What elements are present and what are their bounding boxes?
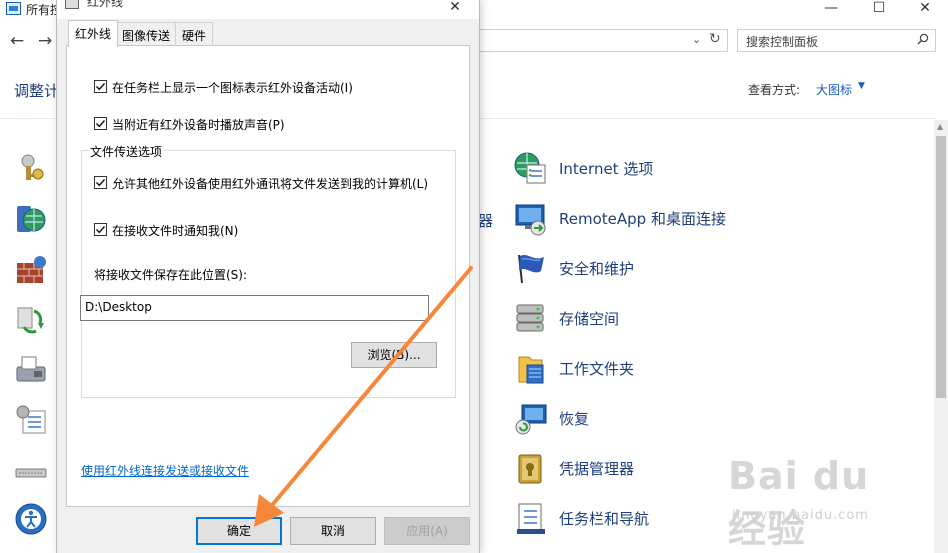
file-transfer-group-title: 文件传送选项 [88,143,165,160]
show-tray-icon-label: 在任务栏上显示一个图标表示红外设备活动(I) [112,81,353,95]
search-input[interactable]: 搜索控制面板 [737,29,936,52]
forward-arrow-icon[interactable]: → [38,31,52,51]
cp-item-internet-options[interactable]: Internet 选项 [513,151,923,187]
scroll-up-icon[interactable]: ▲ [937,122,943,131]
save-location-input[interactable]: D:\Desktop [80,295,429,321]
remoteapp-icon [515,204,546,236]
globe-server-icon[interactable] [14,202,48,236]
view-by-caret-icon[interactable]: ▼ [858,81,865,91]
cp-item-label: RemoteApp 和桌面连接 [559,210,726,228]
search-placeholder: 搜索控制面板 [746,35,819,49]
ease-of-access-icon[interactable] [14,502,48,536]
partial-item-label: 器 [478,212,494,230]
infrared-app-icon [65,0,79,9]
cp-item-recovery[interactable]: 恢复 [513,401,923,437]
cp-item-label: 凭据管理器 [559,460,635,478]
firewall-icon[interactable] [14,253,48,287]
cp-item-storage-spaces[interactable]: 存储空间 [513,301,923,337]
sync-icon[interactable] [14,303,48,337]
browse-button[interactable]: 浏览(B)... [351,342,437,368]
baidu-watermark: Bai du 经验 jingyan.baidu.com [724,446,914,551]
recovery-icon [515,404,547,435]
taskbar-navigation-icon [517,503,545,534]
infrared-dialog: 红外线 ✕ 红外线 图像传送 硬件 在任务栏上显示一个图标表示红外设备活动(I)… [56,0,480,553]
refresh-icon[interactable]: ↻ [709,31,721,47]
scroll-thumb[interactable] [936,136,946,398]
back-arrow-icon[interactable]: ← [10,31,24,51]
cp-item-security-maintenance[interactable]: 安全和维护 [513,251,923,287]
credential-manager-icon [518,454,542,484]
help-link[interactable]: 使用红外线连接发送或接收文件 [81,462,249,479]
vertical-scrollbar[interactable]: ▲ [934,120,948,553]
show-tray-icon-checkbox[interactable] [94,80,107,93]
work-folders-icon [518,356,544,384]
watermark-url: jingyan.baidu.com [732,508,869,523]
allow-send-label: 允许其他红外设备使用红外通讯将文件发送到我的计算机(L) [112,177,429,191]
cp-item-label: 安全和维护 [559,260,635,278]
minimize-button[interactable]: — [808,0,854,19]
cp-item-label: Internet 选项 [559,160,654,178]
address-dropdown-chevron-icon[interactable]: ⌄ [692,33,701,46]
security-maintenance-flag-icon [518,254,544,284]
dialog-title: 红外线 [87,0,124,9]
screen: 所有控 — ☐ ✕ ← → ⌄ ↻ 搜索控制面板 调整计 查看方式: 大图标 ▼… [0,0,948,553]
storage-spaces-icon [516,304,544,332]
close-button[interactable]: ✕ [902,0,948,19]
cp-item-label: 存储空间 [559,310,620,328]
cp-item-label: 工作文件夹 [559,360,635,378]
notify-on-receive-label: 在接收文件时通知我(N) [112,224,239,238]
play-sound-checkbox[interactable] [94,117,107,130]
keys-icon[interactable] [14,152,48,186]
cancel-button[interactable]: 取消 [290,517,376,545]
view-by-label: 查看方式: [748,83,801,97]
tab-hardware[interactable]: 硬件 [175,22,214,46]
fax-icon[interactable] [14,353,48,387]
tab-image-transfer[interactable]: 图像传送 [115,22,178,46]
address-bar[interactable] [478,29,728,52]
settings-list-icon[interactable] [14,403,48,437]
dialog-close-button[interactable]: ✕ [431,0,479,19]
notify-on-receive-checkbox[interactable] [94,223,107,236]
cp-item-label: 任务栏和导航 [559,510,650,528]
internet-options-icon [514,152,546,184]
cp-item-label: 恢复 [559,410,590,428]
cp-item-remoteapp[interactable]: RemoteApp 和桌面连接 [513,201,923,237]
view-by-dropdown[interactable]: 大图标 [816,81,852,98]
cp-item-work-folders[interactable]: 工作文件夹 [513,351,923,387]
play-sound-label: 当附近有红外设备时播放声音(P) [112,118,285,132]
ok-button[interactable]: 确定 [196,517,282,545]
control-panel-app-icon [6,2,21,15]
dialog-titlebar: 红外线 ✕ [57,0,479,19]
page-heading: 调整计 [14,82,60,100]
search-icon[interactable] [917,33,929,45]
save-location-label: 将接收文件保存在此位置(S): [94,268,248,282]
apply-button[interactable]: 应用(A) [384,517,470,545]
allow-send-checkbox[interactable] [94,176,107,189]
watermark-logo: Bai du 经验 [728,454,870,551]
infrared-tab-panel: 在任务栏上显示一个图标表示红外设备活动(I) 当附近有红外设备时播放声音(P) … [66,45,470,507]
tab-infrared[interactable]: 红外线 [68,20,119,47]
keyboard-icon[interactable] [14,456,48,490]
maximize-button[interactable]: ☐ [856,0,902,19]
